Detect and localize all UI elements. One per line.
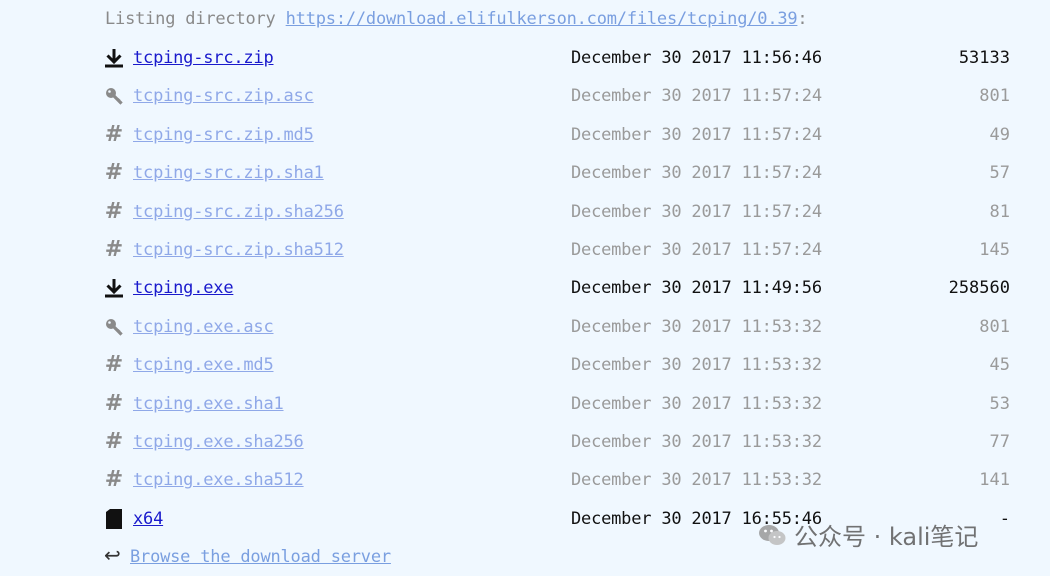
file-row: # tcping-src.zip.md5 December 30 2017 11:5… (0, 117, 1050, 155)
file-row: # tcping.exe.sha512 December 30 2017 11:53… (0, 462, 1050, 500)
file-link[interactable]: tcping-src.zip.sha256 (133, 202, 344, 222)
chat-bubbles-icon (759, 524, 786, 545)
hash-icon: # (104, 428, 124, 454)
watermark: 公众号 · kali笔记 (758, 517, 978, 552)
file-link[interactable]: tcping.exe.asc (133, 317, 274, 337)
file-size: 45 (989, 355, 1010, 376)
file-size: 801 (979, 86, 1010, 107)
browse-server-link[interactable]: Browse the download server (130, 547, 391, 567)
file-link[interactable]: tcping-src.zip (133, 48, 274, 68)
header-prefix: Listing directory (105, 9, 286, 29)
file-size: 258560 (948, 278, 1010, 299)
hash-icon: # (104, 121, 124, 147)
file-date: December 30 2017 11:49:56 (571, 278, 822, 299)
watermark-text: 公众号 · kali笔记 (794, 523, 979, 551)
file-date: December 30 2017 11:53:32 (571, 316, 822, 337)
hash-icon: # (104, 198, 124, 224)
directory-link[interactable]: x64 (133, 509, 163, 529)
file-row: # tcping-src.zip.sha512 December 30 2017 1… (0, 232, 1050, 270)
file-link[interactable]: tcping.exe.sha256 (133, 432, 304, 452)
key-icon (104, 85, 124, 107)
file-size: 81 (989, 201, 1010, 222)
file-date: December 30 2017 11:53:32 (571, 393, 822, 414)
file-row: # tcping.exe.sha1 December 30 2017 11:53:3… (0, 386, 1050, 424)
file-date: December 30 2017 11:56:46 (571, 48, 822, 68)
file-size: 53 (989, 393, 1010, 414)
file-size: 53133 (958, 48, 1010, 68)
hash-icon: # (104, 236, 124, 262)
file-size: 145 (979, 239, 1010, 260)
file-row: tcping.exe December 30 2017 11:49:56 25856… (0, 270, 1050, 308)
file-date: December 30 2017 11:53:32 (571, 355, 822, 376)
file-date: December 30 2017 11:53:32 (571, 431, 822, 452)
file-size: 801 (979, 316, 1010, 337)
file-row: # tcping.exe.md5 December 30 2017 11:53:32… (0, 347, 1050, 385)
file-size: 49 (989, 124, 1010, 145)
file-date: December 30 2017 11:57:24 (571, 201, 822, 222)
file-row: tcping-src.zip December 30 2017 11:56:46 5… (0, 40, 1050, 78)
hash-icon: # (104, 467, 124, 493)
file-date: December 30 2017 11:57:24 (571, 239, 822, 260)
file-date: December 30 2017 11:57:24 (571, 86, 822, 107)
file-link[interactable]: tcping.exe.sha1 (133, 394, 284, 414)
hash-icon: # (104, 352, 124, 378)
file-link[interactable]: tcping-src.zip.sha512 (133, 240, 344, 260)
hash-icon: # (104, 390, 124, 416)
file-link[interactable]: tcping.exe.md5 (133, 355, 274, 375)
file-date: December 30 2017 11:53:32 (571, 470, 822, 491)
file-size: 141 (979, 470, 1010, 491)
file-row: # tcping-src.zip.sha256 December 30 2017 1… (0, 194, 1050, 232)
directory-url-link[interactable]: https://download.elifulkerson.com/files/… (286, 9, 798, 29)
file-size: - (999, 508, 1010, 529)
file-link[interactable]: tcping.exe (133, 278, 234, 298)
file-date: December 30 2017 11:57:24 (571, 124, 822, 145)
folder-icon (104, 508, 124, 530)
file-date: December 30 2017 11:57:24 (571, 163, 822, 184)
return-arrow-icon: ↩ (104, 543, 121, 567)
file-link[interactable]: tcping-src.zip.sha1 (133, 163, 324, 183)
file-row: # tcping-src.zip.sha1 December 30 2017 11:… (0, 155, 1050, 193)
browse-server-row: ↩ Browse the download server (104, 543, 391, 567)
file-link[interactable]: tcping.exe.sha512 (133, 470, 304, 490)
key-icon (104, 316, 124, 338)
file-link[interactable]: tcping-src.zip.asc (133, 86, 314, 106)
header-suffix: : (797, 9, 808, 29)
download-icon (104, 47, 124, 69)
file-listing: tcping-src.zip December 30 2017 11:56:46 5… (0, 40, 1050, 539)
file-row: tcping.exe.asc December 30 2017 11:53:32 8… (0, 309, 1050, 347)
file-row: tcping-src.zip.asc December 30 2017 11:57… (0, 78, 1050, 116)
file-size: 57 (989, 163, 1010, 184)
directory-header: Listing directory https://download.elifu… (105, 9, 808, 29)
file-row: # tcping.exe.sha256 December 30 2017 11:53… (0, 424, 1050, 462)
hash-icon: # (104, 160, 124, 186)
download-icon (104, 277, 124, 299)
file-link[interactable]: tcping-src.zip.md5 (133, 125, 314, 145)
file-size: 77 (989, 431, 1010, 452)
